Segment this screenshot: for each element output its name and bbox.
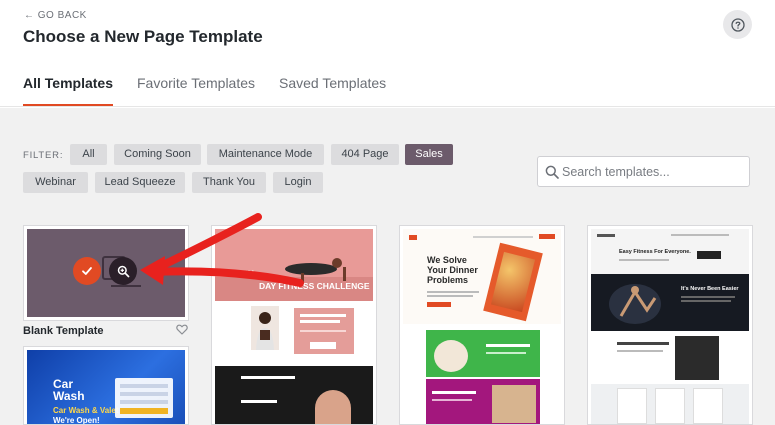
food-copy-line xyxy=(427,295,473,297)
car-wash-template-card[interactable]: Car Wash Car Wash & Valet We're Open! xyxy=(23,346,189,425)
car-wash-form xyxy=(115,378,173,418)
filter-chip-404-page[interactable]: 404 Page xyxy=(331,144,399,165)
panel-title-line xyxy=(432,391,476,394)
food-nav xyxy=(473,236,533,238)
food-heading: We Solve Your Dinner Problems xyxy=(427,255,478,285)
thumbnail-decoration xyxy=(102,256,141,287)
food-copy-line xyxy=(427,291,479,293)
panel-copy-line xyxy=(432,399,472,401)
food-purple-panel xyxy=(426,379,540,424)
header: ← GO BACK Choose a New Page Template All… xyxy=(0,0,775,107)
fitness-app-section xyxy=(591,332,749,382)
blank-template-thumbnail xyxy=(27,229,185,317)
food-dish xyxy=(490,251,536,313)
form-line xyxy=(120,392,168,396)
go-back-link[interactable]: ← GO BACK xyxy=(24,10,87,21)
fitness-app-banner-text: It's Never Been Easier xyxy=(681,286,739,292)
food-plate xyxy=(434,340,468,372)
search-input[interactable] xyxy=(562,162,742,182)
tab-saved-templates[interactable]: Saved Templates xyxy=(279,75,386,106)
app-nav xyxy=(671,234,729,236)
heart-outline-icon[interactable] xyxy=(176,324,188,335)
check-icon xyxy=(82,267,92,275)
fitness-info-box xyxy=(294,308,354,354)
use-template-button[interactable] xyxy=(73,257,101,285)
form-line xyxy=(120,400,168,404)
filter-label: FILTER: xyxy=(23,150,64,161)
car-wash-thumbnail: Car Wash Car Wash & Valet We're Open! xyxy=(27,350,185,425)
woman-photo xyxy=(251,306,279,350)
food-cta xyxy=(427,302,451,307)
car-wash-heading: Car Wash xyxy=(53,377,85,403)
fitness-body-photo xyxy=(315,390,351,424)
fitness-challenge-text: DAY FITNESS CHALLENGE xyxy=(259,281,370,291)
food-dish-photo xyxy=(483,242,543,322)
fitness-dark-section xyxy=(215,366,373,424)
fitness-app-dark-banner: It's Never Been Easier xyxy=(591,274,749,331)
car-wash-open-text: We're Open! xyxy=(53,416,100,425)
food-nav-button xyxy=(539,234,555,239)
fitness-photo xyxy=(251,306,279,350)
search-icon xyxy=(545,165,559,179)
section-title-line xyxy=(241,376,295,379)
tab-all-templates[interactable]: All Templates xyxy=(23,75,113,106)
hero-button xyxy=(697,251,721,259)
food-green-panel xyxy=(426,330,540,377)
section-copy-line xyxy=(617,350,663,352)
banner-copy-line xyxy=(681,300,731,302)
filter-chip-lead-squeeze[interactable]: Lead Squeeze xyxy=(95,172,185,193)
help-button[interactable] xyxy=(723,10,752,39)
preview-template-button[interactable] xyxy=(109,257,137,285)
zoom-in-icon xyxy=(117,265,129,277)
fitness-app-template-card[interactable]: Easy Fitness For Everyone. It's Never Be… xyxy=(587,225,753,425)
info-line xyxy=(300,320,340,323)
athlete-photo xyxy=(609,284,661,324)
page-title: Choose a New Page Template xyxy=(23,27,263,46)
fitness-app-heading: Easy Fitness For Everyone. xyxy=(619,249,691,255)
hero-copy-line xyxy=(619,259,669,261)
banner-copy-line xyxy=(681,296,735,298)
car-wash-subheading: Car Wash & Valet xyxy=(53,406,119,415)
form-line xyxy=(120,384,168,388)
search-box xyxy=(537,156,750,187)
info-button xyxy=(310,342,336,349)
section-subtitle-line xyxy=(241,400,277,403)
fitness-challenge-template-card[interactable]: JOIN DAY FITNESS CHALLENGE xyxy=(211,225,377,425)
tab-favorite-templates[interactable]: Favorite Templates xyxy=(137,75,255,106)
form-button xyxy=(120,408,168,414)
blank-template-name: Blank Template xyxy=(23,325,104,337)
section-title-line xyxy=(617,342,669,345)
food-logo xyxy=(409,235,417,240)
filter-chip-sales[interactable]: Sales xyxy=(405,144,453,165)
fitness-app-pricing xyxy=(591,384,749,424)
app-logo xyxy=(597,234,615,237)
pricing-card xyxy=(617,388,647,424)
panel-copy-line xyxy=(486,352,526,354)
filter-chip-all[interactable]: All xyxy=(70,144,107,165)
food-dessert-photo xyxy=(492,385,536,423)
fitness-join-text: JOIN xyxy=(233,269,255,279)
filter-chip-maintenance-mode[interactable]: Maintenance Mode xyxy=(207,144,324,165)
fitness-hero: JOIN DAY FITNESS CHALLENGE xyxy=(215,229,373,301)
filter-chip-login[interactable]: Login xyxy=(273,172,323,193)
fitness-app-hero: Easy Fitness For Everyone. xyxy=(591,229,749,274)
filter-chip-webinar[interactable]: Webinar xyxy=(23,172,88,193)
question-circle-icon xyxy=(730,17,745,32)
info-line xyxy=(300,314,346,317)
pricing-card xyxy=(655,388,685,424)
food-hero: We Solve Your Dinner Problems xyxy=(403,229,561,324)
pricing-card xyxy=(693,388,723,424)
filter-chip-thank-you[interactable]: Thank You xyxy=(192,172,266,193)
workout-photo xyxy=(675,336,719,380)
food-template-card[interactable]: We Solve Your Dinner Problems xyxy=(399,225,565,425)
panel-title-line xyxy=(486,344,530,347)
filter-chip-coming-soon[interactable]: Coming Soon xyxy=(114,144,201,165)
info-line xyxy=(300,330,346,332)
template-tabs: All Templates Favorite Templates Saved T… xyxy=(23,75,410,106)
